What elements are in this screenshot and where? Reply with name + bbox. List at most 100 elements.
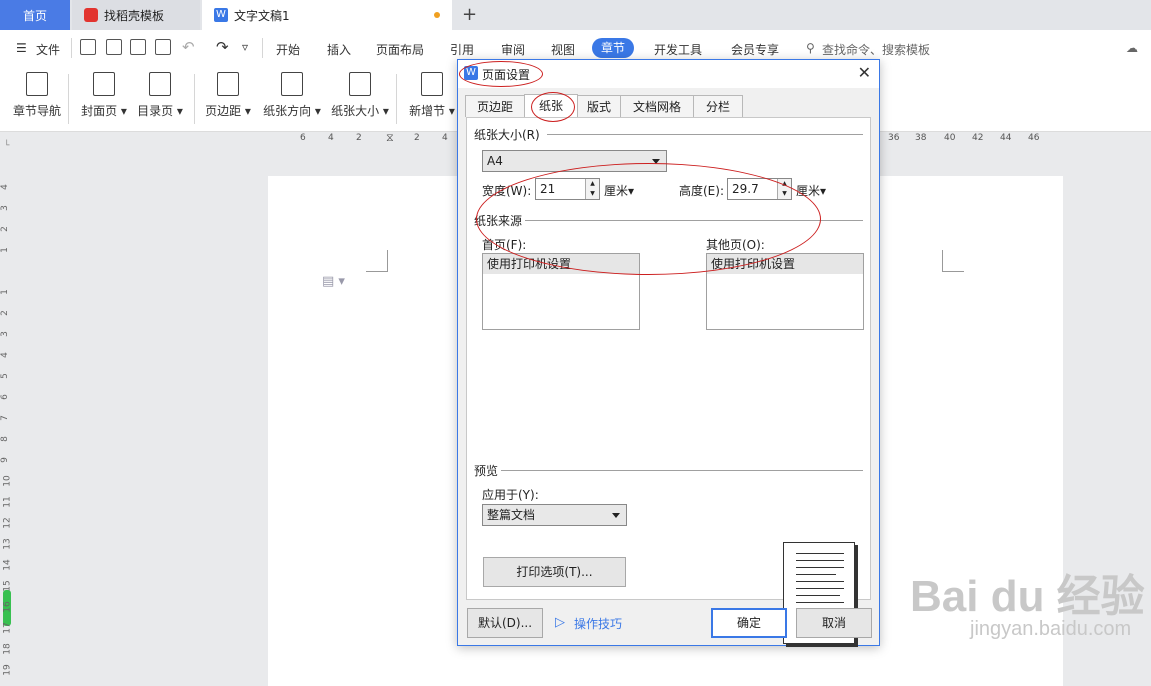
- export-icon[interactable]: [106, 39, 122, 55]
- margins-button[interactable]: 页边距 ▾: [200, 72, 256, 119]
- ribbon-label: 目录页: [137, 104, 174, 118]
- ruler-tick: 1: [0, 247, 10, 253]
- orientation-icon: [281, 72, 303, 96]
- menu-file[interactable]: 文件: [36, 41, 60, 58]
- watermark-main: Bai du 经验: [910, 572, 1145, 621]
- ruler-corner-icon: └: [4, 141, 10, 151]
- customize-dropdown-icon[interactable]: ▿: [242, 40, 248, 54]
- ruler-tick: 40: [944, 133, 956, 143]
- menu-review[interactable]: 审阅: [501, 41, 525, 58]
- new-section-button[interactable]: 新增节 ▾: [404, 72, 460, 119]
- docer-logo-icon: [84, 8, 98, 22]
- ruler-tick: 11: [2, 496, 13, 508]
- ribbon-label: 页边距: [205, 104, 242, 118]
- redo-icon[interactable]: ↷: [216, 38, 229, 56]
- print-preview-icon[interactable]: [155, 39, 171, 55]
- tab-layout[interactable]: 版式: [577, 95, 621, 117]
- ruler-tick: 4: [328, 133, 334, 143]
- menu-view[interactable]: 视图: [551, 41, 575, 58]
- default-button[interactable]: 默认(D)...: [467, 608, 543, 638]
- ruler-tick: 6: [300, 133, 306, 143]
- save-icon[interactable]: [80, 39, 96, 55]
- paper-size-label: 纸张大小(R): [474, 128, 540, 142]
- print-options-button[interactable]: 打印选项(T)...: [483, 557, 626, 587]
- tab-template[interactable]: 找稻壳模板: [72, 0, 200, 30]
- ruler-tick: 5: [0, 373, 10, 379]
- play-icon[interactable]: ▷: [555, 615, 565, 630]
- menu-developer[interactable]: 开发工具: [654, 41, 702, 58]
- menu-chapter[interactable]: 章节: [592, 38, 634, 58]
- vertical-ruler: 4 3 2 1 1 2 3 4 5 6 7 8 9 10 11 12 13 14 15 16 17 18 19: [0, 160, 14, 686]
- ribbon-label: 纸张大小: [331, 104, 380, 118]
- tab-doc-grid[interactable]: 文档网格: [620, 95, 694, 117]
- ruler-tick: 7: [0, 415, 10, 421]
- tips-link[interactable]: 操作技巧: [574, 615, 622, 632]
- paper-size-button[interactable]: 纸张大小 ▾: [330, 72, 390, 119]
- divider: [68, 74, 69, 124]
- tab-home-label: 首页: [22, 8, 47, 23]
- close-icon[interactable]: ✕: [858, 63, 871, 82]
- orientation-button[interactable]: 纸张方向 ▾: [262, 72, 322, 119]
- tab-home[interactable]: 首页: [0, 0, 70, 30]
- chapter-nav-button[interactable]: 章节导航: [9, 72, 65, 119]
- print-icon[interactable]: [130, 39, 146, 55]
- ruler-tick: 13: [2, 538, 13, 550]
- cancel-button[interactable]: 取消: [796, 608, 872, 638]
- tab-columns[interactable]: 分栏: [693, 95, 743, 117]
- cloud-icon[interactable]: ☁: [1126, 41, 1138, 55]
- margin-corner: [366, 250, 388, 272]
- margins-icon: [217, 72, 239, 96]
- ruler-tick: 19: [2, 664, 13, 676]
- paragraph-icon[interactable]: ▤ ▾: [322, 274, 345, 289]
- ruler-tick: 36: [888, 133, 900, 143]
- preview-label: 预览: [474, 464, 499, 478]
- toc-page-button[interactable]: 目录页 ▾: [132, 72, 188, 119]
- menu-insert[interactable]: 插入: [327, 41, 351, 58]
- ruler-tick: 8: [0, 436, 10, 442]
- undo-icon[interactable]: ↶: [182, 38, 195, 56]
- ruler-tick: 15: [2, 580, 13, 592]
- ruler-tick: 2: [414, 133, 420, 143]
- search-icon[interactable]: ⚲: [806, 41, 815, 55]
- divider: [194, 74, 195, 124]
- ruler-tick: 3: [0, 205, 10, 211]
- paper-size-value: A4: [487, 154, 503, 168]
- menu-icon[interactable]: ☰: [16, 41, 27, 55]
- new-section-icon: [421, 72, 443, 96]
- search-input[interactable]: 查找命令、搜索模板: [822, 41, 930, 58]
- divider: [501, 470, 863, 471]
- page-setup-dialog: W 页面设置 ✕ 页边距 纸张 版式 文档网格 分栏 纸张大小(R) A4 宽度…: [457, 59, 880, 646]
- ruler-tick: 44: [1000, 133, 1012, 143]
- tab-document-label: 文字文稿1: [234, 8, 290, 23]
- margin-corner: [942, 250, 964, 272]
- ruler-tick: 2: [356, 133, 362, 143]
- menu-start[interactable]: 开始: [276, 41, 300, 58]
- ribbon-label: 封面页: [81, 104, 118, 118]
- ruler-tick: 42: [972, 133, 984, 143]
- ok-button[interactable]: 确定: [711, 608, 787, 638]
- indent-marker-icon[interactable]: ⧖: [386, 131, 394, 145]
- paper-size-icon: [349, 72, 371, 96]
- ruler-tick: 18: [2, 643, 13, 655]
- ruler-tick: 14: [2, 559, 13, 571]
- ruler-tick: 4: [0, 352, 10, 358]
- tab-document[interactable]: W 文字文稿1: [202, 0, 452, 30]
- menu-references[interactable]: 引用: [450, 41, 474, 58]
- baidu-watermark: Bai du 经验 jingyan.baidu.com: [910, 560, 1145, 641]
- ruler-tick: 17: [2, 622, 13, 634]
- ribbon-label: 纸张方向: [263, 104, 312, 118]
- menu-page-layout[interactable]: 页面布局: [376, 41, 424, 58]
- ruler-tick: 12: [2, 517, 13, 529]
- apply-to-select[interactable]: 整篇文档: [482, 504, 627, 526]
- cover-page-button[interactable]: 封面页 ▾: [76, 72, 132, 119]
- ruler-tick: 6: [0, 394, 10, 400]
- tab-margins[interactable]: 页边距: [465, 95, 525, 117]
- new-tab-button[interactable]: +: [462, 4, 477, 25]
- ruler-tick: 4: [0, 184, 10, 190]
- divider: [71, 38, 72, 58]
- ruler-tick: 16: [2, 601, 13, 613]
- ruler-tick: 2: [0, 310, 10, 316]
- annotation-ellipse: [459, 61, 543, 87]
- ruler-tick: 9: [0, 457, 10, 463]
- menu-member[interactable]: 会员专享: [731, 41, 779, 58]
